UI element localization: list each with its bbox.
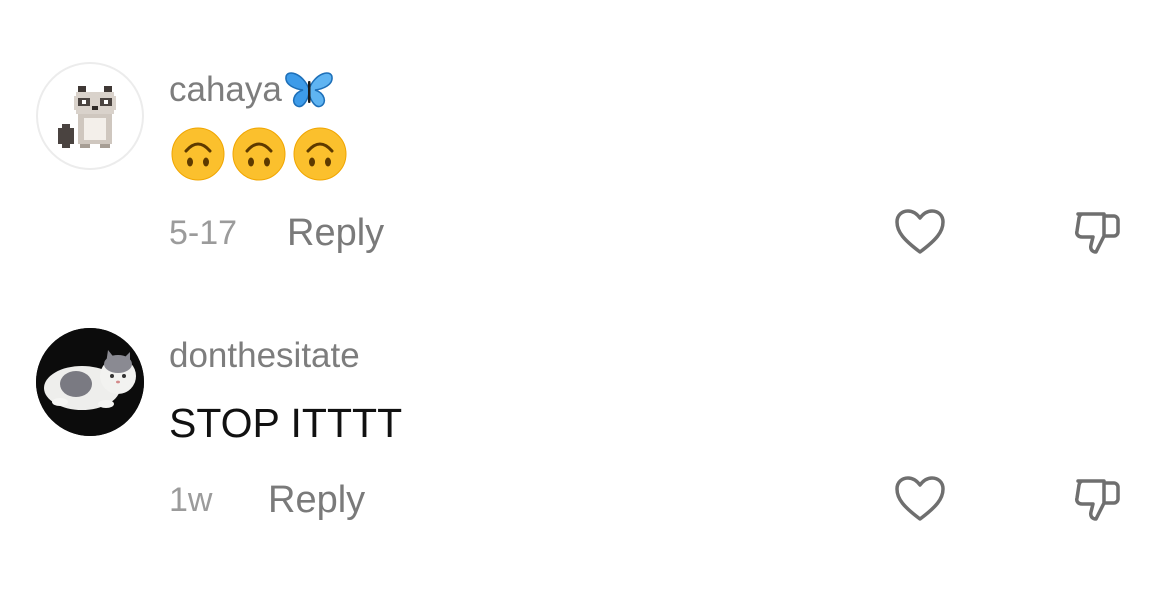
pixel-raccoon-avatar-icon [58, 86, 116, 148]
avatar[interactable] [36, 62, 144, 170]
upside-down-face-icon [232, 127, 286, 181]
dislike-button[interactable] [1068, 469, 1128, 529]
comment-username[interactable]: cahaya [169, 68, 335, 111]
blue-butterfly-icon [285, 72, 333, 108]
comment-timestamp: 1w [169, 481, 213, 519]
comment-username[interactable]: donthesitate [169, 336, 360, 376]
upside-down-face-icon [171, 127, 225, 181]
comment-item: cahaya 5-17 Reply [0, 0, 1170, 300]
thumbs-down-outline-icon [1075, 212, 1120, 254]
upside-down-face-icon [293, 127, 347, 181]
username-text: cahaya [169, 69, 282, 109]
cat-photo-avatar-icon [36, 328, 144, 436]
heart-outline-icon [895, 209, 945, 254]
comment-text: STOP ITTTT [169, 400, 403, 446]
like-button[interactable] [890, 469, 950, 529]
reply-button[interactable]: Reply [268, 480, 365, 520]
thumbs-down-outline-icon [1075, 479, 1120, 521]
heart-outline-icon [895, 476, 945, 521]
avatar[interactable] [36, 328, 144, 436]
comment-timestamp: 5-17 [169, 214, 238, 252]
like-button[interactable] [890, 202, 950, 262]
reply-button[interactable]: Reply [287, 213, 384, 253]
dislike-button[interactable] [1068, 202, 1128, 262]
comment-emoji-content [171, 127, 347, 181]
